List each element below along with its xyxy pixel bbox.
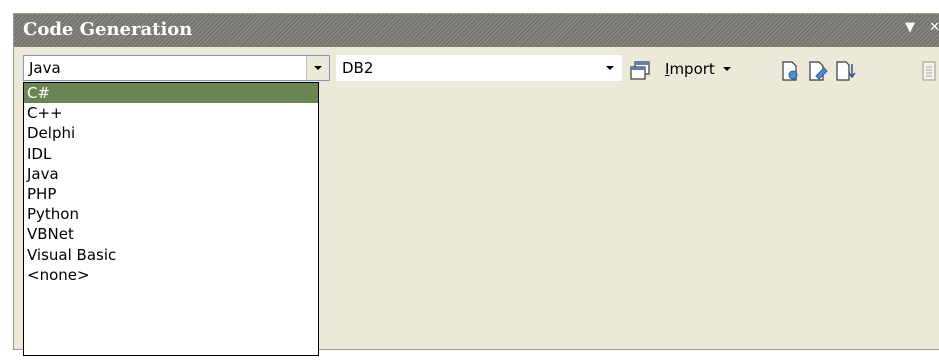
language-option[interactable]: <none> — [24, 265, 318, 285]
language-dropdown-list: C# C++ Delphi IDL Java PHP Python VBNet … — [23, 82, 319, 356]
close-icon[interactable]: ✕ — [929, 20, 939, 35]
window-icon[interactable] — [629, 60, 651, 82]
panel-title: Code Generation — [23, 19, 193, 40]
panel-titlebar[interactable]: Code Generation ▼ ✕ — [14, 14, 939, 47]
chevron-down-icon[interactable] — [306, 56, 329, 80]
panel-menu-icon[interactable]: ▼ — [905, 20, 915, 35]
edit-document-icon[interactable] — [807, 60, 829, 82]
language-option[interactable]: Python — [24, 204, 318, 224]
language-option[interactable]: C++ — [24, 103, 318, 123]
chevron-down-icon[interactable] — [722, 67, 731, 71]
import-label: Import — [665, 60, 715, 78]
language-option[interactable]: Visual Basic — [24, 245, 318, 265]
language-option[interactable]: Java — [24, 164, 318, 184]
language-select[interactable]: Java — [23, 55, 330, 81]
new-document-icon[interactable] — [779, 60, 801, 82]
document-disabled-icon — [922, 61, 936, 81]
chevron-down-icon[interactable] — [599, 56, 621, 80]
document-down-icon[interactable] — [835, 60, 857, 82]
language-option[interactable]: IDL — [24, 144, 318, 164]
language-option[interactable]: Delphi — [24, 123, 318, 143]
language-option[interactable]: PHP — [24, 184, 318, 204]
title-controls: ▼ ✕ — [895, 20, 939, 35]
language-option[interactable]: C# — [24, 83, 318, 104]
database-select[interactable]: DB2 — [336, 55, 622, 81]
language-option[interactable]: VBNet — [24, 224, 318, 244]
language-select-value: Java — [29, 59, 61, 77]
database-select-value: DB2 — [342, 59, 374, 77]
import-button[interactable]: Import — [665, 60, 731, 78]
toolbar: Java DB2 Import — [14, 47, 939, 87]
